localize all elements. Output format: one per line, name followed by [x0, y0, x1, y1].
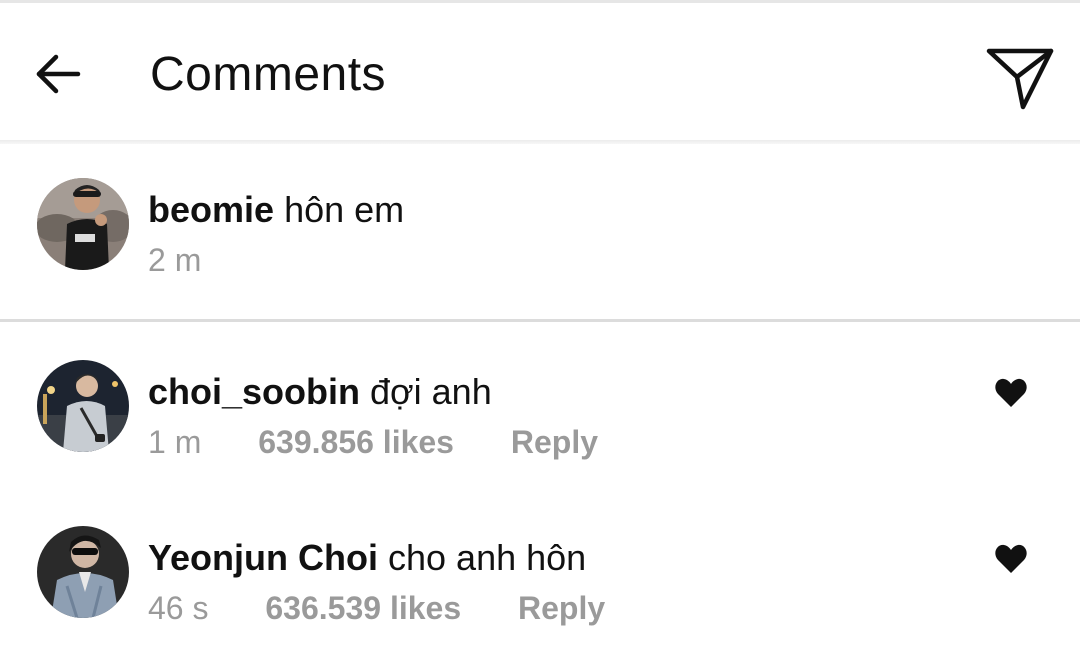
comment-text-line: choi_soobin đợi anh [148, 370, 492, 414]
comment-likes[interactable]: 639.856 likes [258, 424, 454, 460]
heart-filled-icon[interactable] [994, 543, 1028, 575]
comment-meta: 1 m 639.856 likes Reply [148, 422, 598, 462]
header-bar: Comments [0, 3, 1080, 140]
comment-meta: 46 s 636.539 likes Reply [148, 588, 605, 628]
page-title: Comments [150, 48, 387, 101]
caption-avatar[interactable] [37, 178, 129, 270]
paper-plane-icon [986, 48, 1054, 110]
arrow-left-icon [36, 54, 81, 94]
caption-time: 2 m [148, 242, 202, 278]
comment-text: đợi anh [370, 371, 492, 412]
back-button[interactable] [30, 51, 86, 97]
comment-time: 46 s [148, 590, 209, 626]
comment-avatar[interactable] [37, 360, 129, 452]
caption-divider [0, 319, 1080, 322]
caption-meta: 2 m [148, 240, 201, 280]
comment-time: 1 m [148, 424, 202, 460]
comment-username[interactable]: Yeonjun Choi [148, 537, 378, 578]
caption-username[interactable]: beomie [148, 189, 274, 230]
comment-avatar[interactable] [37, 526, 129, 618]
share-button[interactable] [982, 43, 1058, 115]
caption-text-line: beomie hôn em [148, 188, 404, 232]
reply-button[interactable]: Reply [511, 424, 598, 460]
comment-likes[interactable]: 636.539 likes [265, 590, 461, 626]
caption-text: hôn em [284, 189, 405, 230]
comment-text-line: Yeonjun Choi cho anh hôn [148, 536, 586, 580]
comment-username[interactable]: choi_soobin [148, 371, 360, 412]
header-divider [0, 140, 1080, 144]
heart-filled-icon[interactable] [994, 377, 1028, 409]
comment-text: cho anh hôn [388, 537, 587, 578]
reply-button[interactable]: Reply [518, 590, 605, 626]
